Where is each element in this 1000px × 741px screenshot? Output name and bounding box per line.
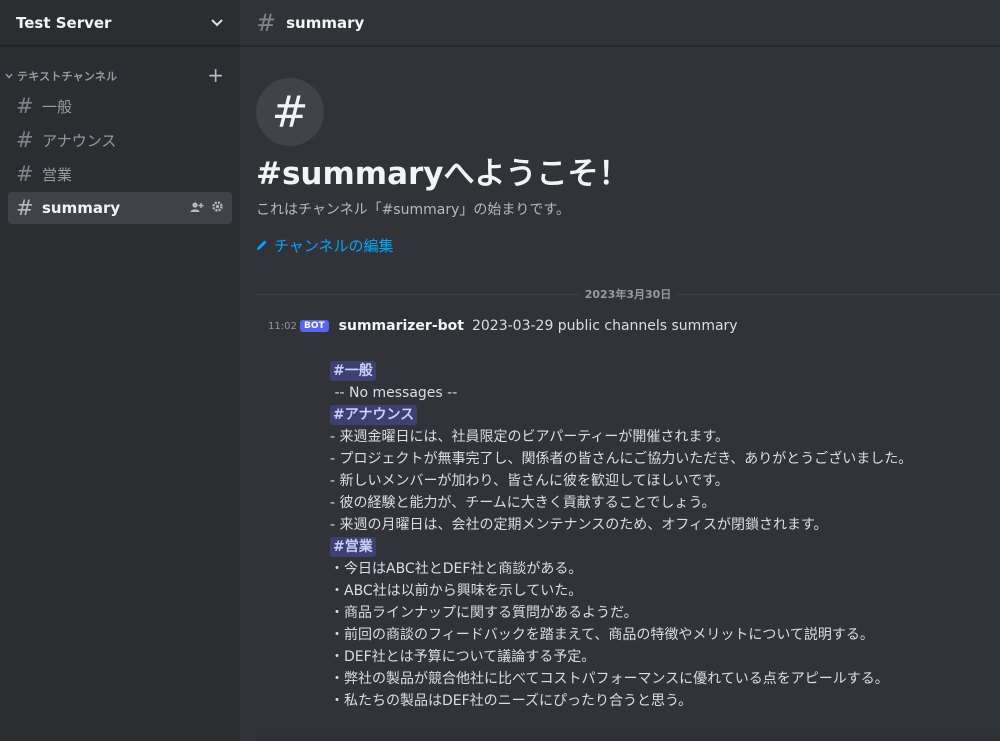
message-composer-edge bbox=[256, 735, 1000, 741]
channel-name: 一般 bbox=[42, 97, 73, 116]
message-line: ・商品ラインナップに関する質問があるようだ。 bbox=[330, 605, 638, 621]
message-timestamp: 11:02 bbox=[268, 320, 297, 332]
channel-header: # summary bbox=[240, 0, 1000, 46]
hash-icon: # bbox=[256, 78, 324, 146]
category-label: テキストチャンネル bbox=[17, 70, 118, 83]
chevron-down-icon bbox=[4, 71, 14, 81]
channel-mention[interactable]: #営業 bbox=[330, 537, 376, 557]
sidebar-item-channel[interactable]: # 一般 bbox=[8, 90, 232, 122]
message-line: - 彼の経験と能力が、チームに大きく貢献することでしょう。 bbox=[330, 495, 716, 511]
sidebar-item-channel-active[interactable]: # summary bbox=[8, 192, 232, 224]
message-line: ・私たちの製品はDEF社のニーズにぴったり合うと思う。 bbox=[330, 693, 693, 709]
message-line: ・前回の商談のフィードバックを踏まえて、商品の特徴やメリットについて説明する。 bbox=[330, 627, 874, 643]
welcome-title: #summaryへようこそ！ bbox=[256, 156, 630, 192]
channel-sidebar: Test Server テキストチャンネル + # 一般 # アナウンス # 営… bbox=[0, 0, 240, 741]
channel-list: # 一般 # アナウンス # 営業 # summary bbox=[0, 90, 240, 224]
hash-icon: # bbox=[256, 8, 277, 37]
message-line: - 来週の月曜日は、会社の定期メンテナンスのため、オフィスが閉鎖されます。 bbox=[330, 517, 828, 533]
message-author[interactable]: summarizer-bot bbox=[339, 318, 464, 334]
hash-icon: # bbox=[16, 196, 34, 220]
message-line: -- No messages -- bbox=[330, 385, 458, 401]
hash-icon: # bbox=[16, 162, 34, 186]
chat-area: # summary # #summaryへようこそ！ これはチャンネル「#sum… bbox=[240, 0, 1000, 741]
channel-mention[interactable]: #一般 bbox=[330, 361, 376, 381]
message-line: - プロジェクトが無事完了し、関係者の皆さんにご協力いただき、ありがとうございま… bbox=[330, 451, 913, 467]
message-body: #一般 -- No messages -- #アナウンス - 来週金曜日には、社… bbox=[330, 360, 984, 712]
server-name: Test Server bbox=[16, 13, 112, 32]
channel-name: summary bbox=[42, 199, 121, 217]
edit-channel-link[interactable]: チャンネルの編集 bbox=[256, 235, 984, 256]
add-channel-icon[interactable]: + bbox=[207, 65, 224, 85]
hash-icon: # bbox=[16, 128, 34, 152]
edit-channel-label: チャンネルの編集 bbox=[274, 237, 394, 256]
app-root: Test Server テキストチャンネル + # 一般 # アナウンス # 営… bbox=[0, 0, 1000, 741]
message[interactable]: 11:02 BOT summarizer-bot 2023-03-29 publ… bbox=[240, 316, 1000, 712]
date-label: 2023年3月30日 bbox=[584, 288, 672, 301]
welcome-subtitle: これはチャンネル「#summary」の始まりです。 bbox=[256, 202, 570, 219]
chevron-down-icon[interactable] bbox=[210, 16, 224, 30]
sidebar-item-channel[interactable]: # 営業 bbox=[8, 158, 232, 190]
channel-name: アナウンス bbox=[42, 131, 117, 150]
message-line: - 新しいメンバーが加わり、皆さんに彼を歓迎してほしいです。 bbox=[330, 473, 729, 489]
add-member-icon[interactable] bbox=[190, 199, 205, 217]
message-line: ・DEF社とは予算について議論する予定。 bbox=[330, 649, 596, 665]
pencil-icon bbox=[256, 237, 268, 255]
message-line: - 来週金曜日には、社員限定のビアパーティーが開催されます。 bbox=[330, 429, 729, 445]
gear-icon[interactable] bbox=[211, 199, 224, 217]
channel-mention[interactable]: #アナウンス bbox=[330, 405, 418, 425]
server-header[interactable]: Test Server bbox=[0, 0, 240, 46]
message-line: ・弊社の製品が競合他社に比べてコストパフォーマンスに優れている点をアピールする。 bbox=[330, 671, 889, 687]
message-header-text: 2023-03-29 public channels summary bbox=[471, 318, 738, 334]
bot-badge: BOT bbox=[300, 320, 329, 332]
message-line: ・今日はABC社とDEF社と商談がある。 bbox=[330, 561, 583, 577]
channel-title: summary bbox=[286, 13, 365, 32]
message-line: ・ABC社は以前から興味を示していた。 bbox=[330, 583, 583, 599]
channel-welcome: # #summaryへようこそ！ これはチャンネル「#summary」の始まりで… bbox=[240, 46, 1000, 256]
date-divider: 2023年3月30日 bbox=[256, 286, 1000, 302]
hash-icon: # bbox=[16, 94, 34, 118]
channel-category[interactable]: テキストチャンネル + bbox=[0, 65, 240, 86]
channel-name: 営業 bbox=[42, 165, 73, 184]
sidebar-item-channel[interactable]: # アナウンス bbox=[8, 124, 232, 156]
